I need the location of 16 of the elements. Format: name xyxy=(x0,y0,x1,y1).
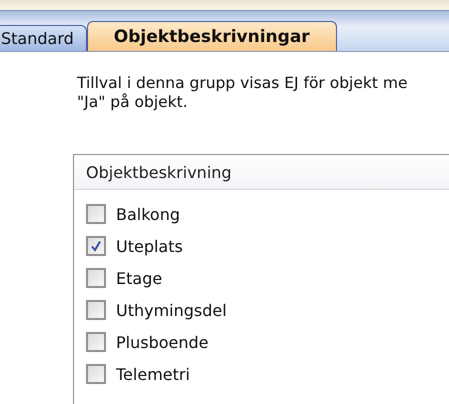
checkbox-label: Etage xyxy=(116,268,162,288)
checkbox[interactable] xyxy=(86,236,106,256)
check-icon xyxy=(90,240,102,252)
checkbox-label: Balkong xyxy=(116,204,180,224)
checkbox[interactable] xyxy=(86,364,106,384)
checkbox[interactable] xyxy=(86,300,106,320)
checkbox-label: Uthymingsdel xyxy=(116,300,227,320)
checkbox[interactable] xyxy=(86,204,106,224)
tab[interactable]: Objektbeskrivningar xyxy=(86,21,337,51)
description-text: Tillval i denna grupp visas EJ för objekt me "Ja" på objekt. xyxy=(77,74,409,112)
checkbox-label: Plusboende xyxy=(116,332,208,352)
tab[interactable]: Standard xyxy=(0,25,87,51)
checkbox[interactable] xyxy=(86,332,106,352)
checkbox-label: Uteplats xyxy=(116,236,183,256)
checkbox[interactable] xyxy=(86,268,106,288)
checkbox-label: Telemetri xyxy=(116,364,190,384)
